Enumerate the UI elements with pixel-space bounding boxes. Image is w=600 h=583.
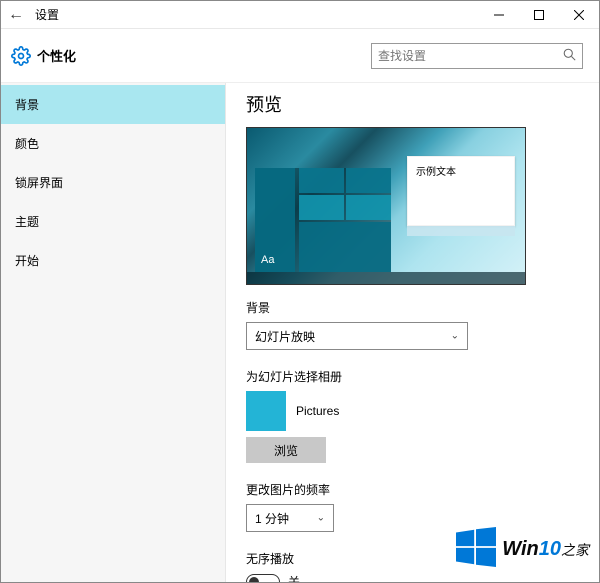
album-name: Pictures (296, 404, 339, 418)
desktop-preview: Aa 示例文本 (246, 127, 526, 285)
background-dropdown[interactable]: 幻灯片放映 ⌄ (246, 322, 468, 350)
background-dropdown-value: 幻灯片放映 (255, 328, 315, 345)
preview-taskbar (247, 272, 525, 284)
window-title: 设置 (35, 6, 59, 23)
chevron-down-icon: ⌄ (451, 331, 459, 342)
shuffle-toggle[interactable] (246, 574, 280, 583)
sidebar-item-lockscreen[interactable]: 锁屏界面 (1, 163, 225, 202)
preview-start-menu: Aa (255, 168, 391, 272)
preview-sample-window: 示例文本 (407, 156, 515, 226)
maximize-button[interactable] (519, 1, 559, 29)
search-input[interactable] (378, 49, 563, 63)
back-button[interactable]: ← (1, 6, 31, 24)
page-title: 个性化 (37, 46, 76, 65)
background-label: 背景 (246, 299, 581, 316)
frequency-label: 更改图片的频率 (246, 481, 581, 498)
search-icon (563, 48, 576, 64)
album-thumbnail[interactable] (246, 391, 286, 431)
shuffle-label: 无序播放 (246, 550, 581, 567)
chevron-down-icon: ⌄ (317, 513, 325, 524)
preview-sample-text: 示例文本 (416, 167, 456, 178)
gear-icon (11, 46, 31, 66)
frequency-dropdown-value: 1 分钟 (255, 510, 289, 527)
preview-heading: 预览 (246, 91, 581, 117)
album-label: 为幻灯片选择相册 (246, 368, 581, 385)
sidebar-item-colors[interactable]: 颜色 (1, 124, 225, 163)
preview-aa-text: Aa (261, 254, 289, 266)
shuffle-state: 关 (288, 573, 300, 582)
frequency-dropdown[interactable]: 1 分钟 ⌄ (246, 504, 334, 532)
minimize-button[interactable] (479, 1, 519, 29)
close-button[interactable] (559, 1, 599, 29)
search-box[interactable] (371, 43, 583, 69)
browse-button[interactable]: 浏览 (246, 437, 326, 463)
sidebar-item-background[interactable]: 背景 (1, 85, 225, 124)
sidebar-item-start[interactable]: 开始 (1, 241, 225, 280)
sidebar-item-themes[interactable]: 主题 (1, 202, 225, 241)
sidebar: 背景 颜色 锁屏界面 主题 开始 (1, 83, 226, 582)
